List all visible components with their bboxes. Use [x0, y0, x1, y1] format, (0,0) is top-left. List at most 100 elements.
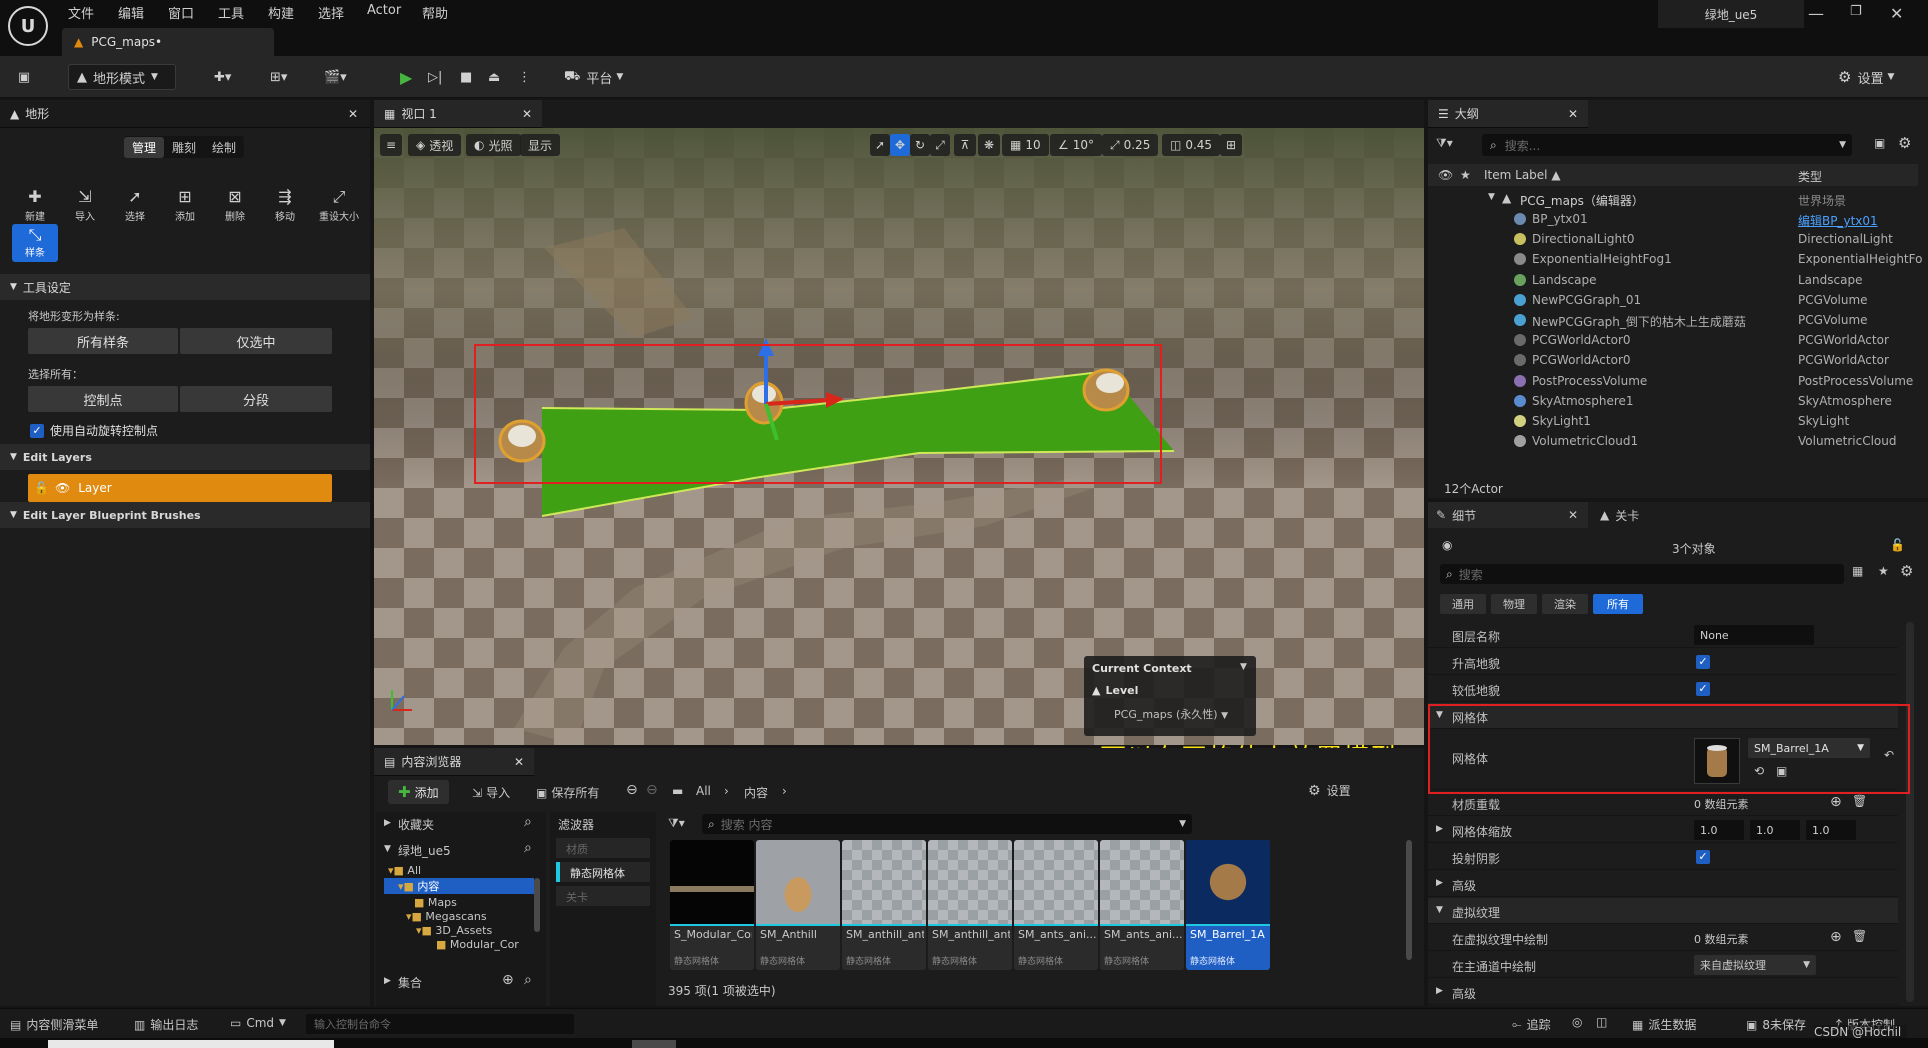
lower-checkbox[interactable]: ✓ — [1696, 682, 1710, 696]
tree-item-maps[interactable]: ■ Maps — [414, 896, 457, 909]
cast-shadow-checkbox[interactable]: ✓ — [1696, 850, 1710, 864]
tab-details[interactable]: ✎ 细节 ✕ — [1428, 502, 1588, 528]
chevron-right-icon[interactable]: ▶ — [384, 976, 391, 986]
minimize-icon[interactable]: — — [1808, 4, 1824, 23]
rotate-mode-icon[interactable]: ↻ — [910, 134, 930, 156]
play-icon[interactable]: ▶ — [392, 64, 420, 90]
filter-icon[interactable]: ⧩▾ — [1436, 136, 1453, 151]
auto-rotate-checkbox[interactable]: ✓ — [30, 423, 44, 438]
details-search[interactable]: ⌕ 搜索 — [1440, 564, 1844, 584]
world-local-icon[interactable]: ❋ — [978, 134, 1000, 156]
outliner-row[interactable]: VolumetricCloud1 VolumetricCloud — [1428, 432, 1918, 452]
menu-edit[interactable]: 编辑 — [118, 3, 144, 22]
asset-tile[interactable]: S_Modular_Concrete_... 静态网格体 — [670, 840, 754, 970]
tree-item-megascans[interactable]: ▾■ Megascans — [406, 910, 487, 923]
settings-dropdown[interactable]: ⚙ 设置 ▼ — [1830, 64, 1902, 90]
tool-move[interactable]: ⇶ 移动 — [262, 186, 308, 223]
tool-delete[interactable]: ⊠ 删除 — [212, 186, 258, 223]
search-icon[interactable]: ⌕ — [524, 840, 532, 856]
tab-manage[interactable]: 管理 — [124, 136, 165, 158]
add-folder-icon[interactable]: ▣ — [1874, 136, 1885, 150]
chevron-down-icon[interactable]: ▼ — [1240, 662, 1247, 672]
section-blueprint-brushes[interactable]: ▼ Edit Layer Blueprint Brushes — [0, 502, 370, 528]
scale-snap-button[interactable]: ⤢ 0.25 — [1102, 134, 1159, 156]
visibility-icon[interactable]: 👁 — [1438, 168, 1453, 182]
tool-resize[interactable]: ⤢ 重设大小 — [312, 186, 366, 223]
filter-material[interactable]: 材质 — [556, 838, 650, 858]
outliner-row[interactable]: PCGWorldActor0 PCGWorldActor — [1428, 351, 1918, 371]
unreal-logo-icon[interactable]: U — [8, 6, 48, 46]
breadcrumb-all[interactable]: All — [696, 784, 711, 798]
layer-row[interactable]: 🔓 👁 Layer — [28, 474, 332, 502]
surface-snap-icon[interactable]: ⊼ — [954, 134, 976, 156]
menu-file[interactable]: 文件 — [68, 3, 94, 22]
close-panel-icon[interactable]: ✕ — [348, 107, 358, 121]
project-folder-label[interactable]: 绿地_ue5 — [398, 842, 451, 859]
menu-help[interactable]: 帮助 — [422, 3, 448, 22]
trash-icon[interactable]: 🗑 — [1852, 929, 1867, 943]
menu-select[interactable]: 选择 — [318, 3, 344, 22]
tree-item-all[interactable]: ▾■ All — [388, 864, 421, 877]
filter-level[interactable]: 关卡 — [556, 886, 650, 906]
content-tab-label[interactable]: 内容浏览器 — [401, 753, 461, 770]
context-map-dropdown[interactable]: PCG_maps (永久性) ▼ — [1114, 706, 1228, 722]
tab-level[interactable]: ▲ 关卡 — [1594, 502, 1639, 528]
tool-spline[interactable]: ⤡ 样条 — [12, 224, 58, 262]
main-pass-dropdown[interactable]: 来自虚拟纹理 ▼ — [1694, 955, 1816, 975]
details-scrollbar[interactable] — [1906, 622, 1914, 1002]
content-drawer-button[interactable]: ▤ 内容侧滑菜单 — [10, 1016, 98, 1033]
outliner-row[interactable]: ExponentialHeightFog1 ExponentialHeightFo — [1428, 250, 1922, 270]
outliner-row[interactable]: SkyLight1 SkyLight — [1428, 412, 1918, 432]
table-view-icon[interactable]: ▦ — [1852, 564, 1863, 578]
outliner-search[interactable]: ⌕ 搜索... ▼ — [1482, 134, 1852, 156]
add-collection-icon[interactable]: ⊕ — [502, 972, 514, 988]
row-advanced-2[interactable]: ▶ 高级 — [1428, 979, 1898, 1005]
viewport-3d[interactable]: ≡ ◈ 透视 ◐ 光照 显示 ➚ ✥ ↻ ⤢ ⊼ ❋ ▦ 10 ∠ 10° ⤢ 0.25 … — [374, 128, 1424, 745]
rotation-snap-button[interactable]: ∠ 10° — [1050, 134, 1103, 156]
filter-physics[interactable]: 物理 — [1491, 594, 1537, 614]
edit-blueprint-link[interactable]: 编辑BP_ytx01 — [1798, 212, 1878, 229]
section-edit-layers[interactable]: ▼ Edit Layers — [0, 444, 370, 470]
row-advanced[interactable]: ▶ 高级 — [1428, 871, 1898, 897]
forward-icon[interactable]: ⊖ — [646, 782, 658, 798]
cmd-dropdown[interactable]: ▭ Cmd ▼ — [230, 1016, 286, 1030]
mode-dropdown[interactable]: ▲ 地形模式 ▼ — [68, 64, 176, 90]
section-tool-settings[interactable]: ▼ 工具设定 — [0, 274, 370, 300]
asset-tile[interactable]: SM_Anthill 静态网格体 — [756, 840, 840, 970]
hamburger-menu-icon[interactable]: ≡ — [380, 134, 402, 156]
chevron-right-icon[interactable]: ▶ — [1436, 824, 1443, 834]
eject-icon[interactable]: ⏏ — [480, 64, 508, 90]
scale-mode-icon[interactable]: ⤢ — [930, 134, 950, 156]
restore-icon[interactable]: ❐ — [1850, 4, 1862, 19]
filter-static-mesh[interactable]: 静态网格体 — [556, 862, 650, 882]
camera-speed-button[interactable]: ◫ 0.45 — [1162, 134, 1221, 156]
translate-mode-icon[interactable]: ✥ — [890, 134, 910, 156]
gear-icon[interactable]: ⚙ — [1898, 134, 1911, 152]
viewport-tab-label[interactable]: 视口 1 — [401, 105, 436, 122]
blueprint-icon[interactable]: ⊞▾ — [262, 64, 295, 90]
add-button[interactable]: ✚ 添加 — [388, 780, 449, 804]
chevron-right-icon[interactable]: ▶ — [384, 818, 391, 828]
star-icon[interactable]: ★ — [1460, 168, 1471, 182]
lock-icon[interactable]: 🔓 — [34, 481, 49, 495]
layer-name-field[interactable]: None — [1694, 625, 1814, 645]
close-content-icon[interactable]: ✕ — [514, 755, 524, 769]
asset-scrollbar[interactable] — [1406, 840, 1412, 960]
menu-build[interactable]: 构建 — [268, 3, 294, 22]
outliner-row[interactable]: SkyAtmosphere1 SkyAtmosphere — [1428, 392, 1918, 412]
chevron-down-icon[interactable]: ▼ — [384, 844, 391, 854]
stop-icon[interactable]: ■ — [452, 64, 480, 90]
outliner-root-row[interactable]: ▼ ▲ PCG_maps（编辑器） 世界场景 — [1428, 190, 1918, 210]
platform-dropdown[interactable]: ⛟ 平台 ▼ — [556, 64, 631, 90]
collections-label[interactable]: 集合 — [398, 974, 422, 991]
output-log-button[interactable]: ▥ 输出日志 — [134, 1016, 198, 1033]
close-window-icon[interactable]: ✕ — [1890, 4, 1903, 23]
console-input[interactable]: 输入控制台命令 — [306, 1014, 574, 1034]
star-icon[interactable]: ★ — [1878, 564, 1889, 578]
scale-z-field[interactable]: 1.0 — [1806, 820, 1856, 840]
tool-add[interactable]: ⊞ 添加 — [162, 186, 208, 223]
layout-icon[interactable]: ⊞ — [1220, 134, 1242, 156]
close-details-icon[interactable]: ✕ — [1568, 508, 1578, 522]
tree-item-3d-assets[interactable]: ▾■ 3D_Assets — [416, 924, 492, 937]
outliner-row[interactable]: PostProcessVolume PostProcessVolume — [1428, 372, 1918, 392]
